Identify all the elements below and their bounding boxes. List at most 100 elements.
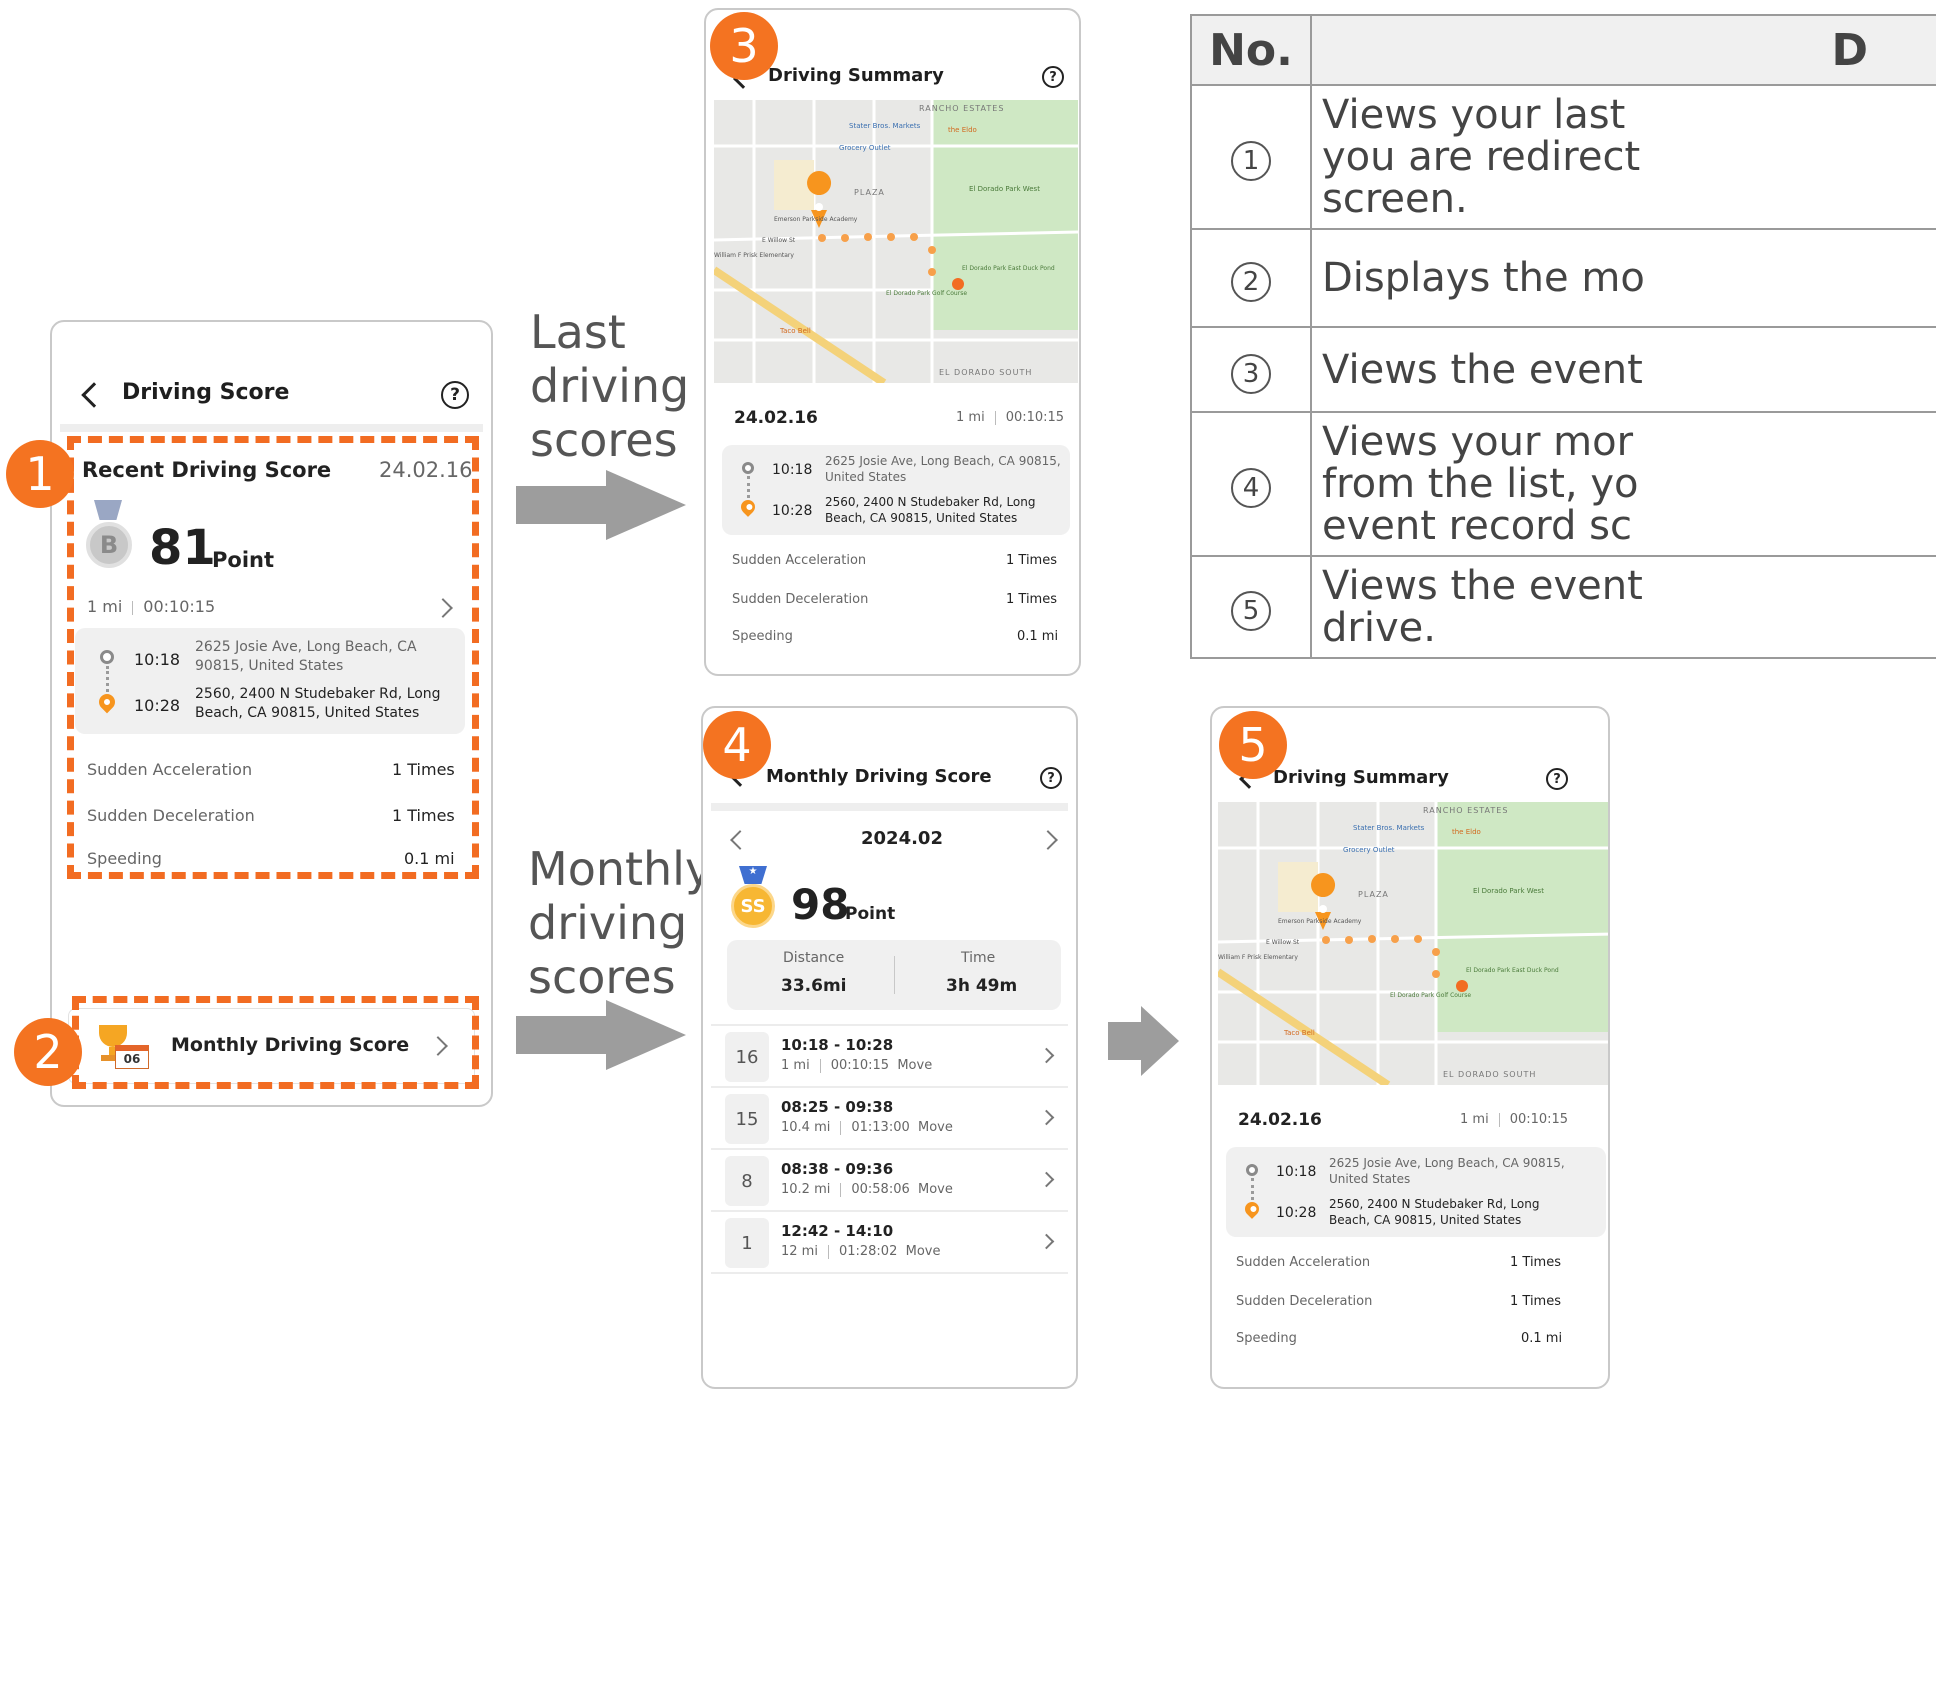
trip-meta: 12 mi 01:28:02 Move	[781, 1244, 941, 1259]
map-label-grocery: Grocery Outlet	[839, 144, 891, 152]
trip-list-item[interactable]: 1 12:42 - 14:10 12 mi 01:28:02 Move	[711, 1212, 1071, 1272]
score-value: 98	[791, 880, 850, 929]
map-label-grocery: Grocery Outlet	[1343, 846, 1395, 854]
driving-summary-screen: Driving Summary ? RANCHO ESTATES PLAZA E…	[704, 8, 1081, 676]
map-label-golf: El Dorado Park Golf Course	[1390, 992, 1472, 999]
score-unit: Point	[845, 904, 896, 924]
end-address-line1: 2560, 2400 N Studebaker Rd, Long	[825, 495, 1036, 509]
time-label: Time	[961, 950, 996, 966]
trip-chevron-icon	[1038, 1109, 1055, 1126]
end-address-line1: 2560, 2400 N Studebaker Rd, Long	[1329, 1197, 1540, 1211]
row-number: 4	[1231, 468, 1271, 508]
description-table-wrapper: No. D 1 Views your last you are redirect s…	[1190, 14, 1936, 660]
map-label-park-west: El Dorado Park West	[1473, 887, 1544, 895]
help-icon[interactable]: ?	[441, 381, 469, 409]
callout-4: 4	[703, 711, 771, 779]
route-line	[747, 476, 750, 498]
callout-1: 1	[6, 440, 74, 508]
trip-day: 16	[725, 1032, 769, 1082]
stat-label: Sudden Deceleration	[1236, 1294, 1373, 1309]
map-label-stater: Stater Bros. Markets	[849, 122, 921, 130]
trip-list-item[interactable]: 15 08:25 - 09:38 10.4 mi 01:13:00 Move	[711, 1088, 1071, 1148]
grade-medal-icon: ★ SS	[731, 866, 775, 928]
map-label-willow: E Willow St	[1266, 939, 1300, 946]
trip-time-range: 10:18 - 10:28	[781, 1036, 894, 1054]
arrow-to-summary2-icon	[1108, 1006, 1180, 1076]
flow-label-monthly: Monthly driving scores	[528, 842, 713, 1004]
trip-time-range: 12:42 - 14:10	[781, 1222, 894, 1240]
trip-chevron-icon	[1038, 1171, 1055, 1188]
driving-summary-screen-2: Driving Summary ? RANCHO ESTATES PLAZA E…	[1210, 706, 1610, 1389]
map-label-willow: E Willow St	[762, 237, 796, 244]
start-point-icon	[1246, 1164, 1258, 1176]
table-row: 3 Views the event	[1190, 326, 1936, 413]
start-address-line1: 2625 Josie Ave, Long Beach, CA 90815,	[1329, 1156, 1565, 1170]
summary-date: 24.02.16	[734, 408, 818, 428]
screen-title: Driving Score	[122, 380, 290, 405]
start-address-line1: 2625 Josie Ave, Long Beach, CA 90815,	[825, 454, 1061, 468]
row-number: 1	[1231, 141, 1271, 181]
summary-date: 24.02.16	[1238, 1110, 1322, 1130]
map-label-prisk: William F Prisk Elementary	[1218, 954, 1298, 961]
route-map: RANCHO ESTATES PLAZA EL DORADO SOUTH Sta…	[1218, 802, 1608, 1085]
map-label-plaza: PLAZA	[1358, 890, 1389, 899]
map-label-academy: Emerson Parkside Academy	[774, 216, 858, 223]
trip-list-item[interactable]: 16 10:18 - 10:28 1 mi 00:10:15 Move	[711, 1026, 1071, 1086]
help-icon[interactable]: ?	[1040, 767, 1062, 789]
trip-chevron-icon	[1038, 1233, 1055, 1250]
stat-value: 0.1 mi	[1017, 629, 1059, 644]
screen-title: Driving Summary	[768, 65, 944, 86]
start-time: 10:18	[1276, 1164, 1317, 1180]
trip-list-item[interactable]: 8 08:38 - 09:36 10.2 mi 00:58:06 Move	[711, 1150, 1071, 1210]
table-row: 2 Displays the mo	[1190, 228, 1936, 328]
map-label-prisk: William F Prisk Elementary	[714, 252, 794, 259]
prev-month-icon[interactable]	[730, 830, 750, 850]
monthly-score-screen: Monthly Driving Score ? 2024.02 ★ SS 98 …	[701, 706, 1078, 1389]
row-number: 5	[1231, 591, 1271, 631]
help-icon[interactable]: ?	[1546, 768, 1568, 790]
header-divider	[711, 803, 1068, 811]
map-label-rancho: RANCHO ESTATES	[1423, 806, 1509, 815]
table-header-row: No. D	[1190, 14, 1936, 86]
trip-meta: 10.2 mi 00:58:06 Move	[781, 1182, 953, 1197]
arrow-to-monthly-icon	[516, 1000, 686, 1070]
trip-meta: 1 mi 00:10:15 Move	[781, 1058, 933, 1073]
map-label-park-west: El Dorado Park West	[969, 185, 1040, 193]
trip-time-range: 08:25 - 09:38	[781, 1098, 894, 1116]
end-time: 10:28	[772, 503, 813, 519]
start-point-icon	[742, 462, 754, 474]
summary-distance-duration: 1 mi 00:10:15	[956, 410, 1065, 425]
summary-divider	[894, 956, 895, 994]
time-value: 3h 49m	[946, 976, 1018, 996]
distance-label: Distance	[783, 950, 845, 966]
row-number: 2	[1231, 262, 1271, 302]
map-label-plaza: PLAZA	[854, 188, 885, 197]
next-month-icon[interactable]	[1038, 830, 1058, 850]
end-address-line2: Beach, CA 90815, United States	[1329, 1213, 1522, 1227]
help-icon[interactable]: ?	[1042, 66, 1064, 88]
route-map: RANCHO ESTATES PLAZA EL DORADO SOUTH Sta…	[714, 100, 1078, 383]
trip-day: 15	[725, 1094, 769, 1144]
stat-value: 1 Times	[1510, 1294, 1561, 1309]
map-label-stater: Stater Bros. Markets	[1353, 824, 1425, 832]
grade-letters: SS	[740, 895, 766, 917]
stat-label: Speeding	[1236, 1331, 1297, 1346]
screen-title: Monthly Driving Score	[766, 766, 992, 787]
map-label-golf: El Dorado Park Golf Course	[886, 290, 968, 297]
header-divider	[60, 424, 483, 432]
month-label: 2024.02	[861, 828, 943, 849]
back-icon[interactable]	[81, 382, 107, 408]
start-time: 10:18	[772, 462, 813, 478]
description-table: No. D 1 Views your last you are redirect s…	[1190, 14, 1936, 659]
highlight-recent-score	[67, 436, 479, 879]
stat-value: 1 Times	[1006, 553, 1057, 568]
route-line	[1251, 1178, 1254, 1200]
callout-3: 3	[710, 12, 778, 80]
stat-label: Sudden Acceleration	[1236, 1255, 1371, 1270]
end-time: 10:28	[1276, 1205, 1317, 1221]
map-label-taco: Taco Bell	[780, 327, 811, 335]
header-description: D	[1310, 14, 1936, 86]
map-label-duck-pond: El Dorado Park East Duck Pond	[1466, 967, 1559, 974]
table-row: 5 Views the event drive.	[1190, 555, 1936, 659]
map-label-taco: Taco Bell	[1284, 1029, 1315, 1037]
